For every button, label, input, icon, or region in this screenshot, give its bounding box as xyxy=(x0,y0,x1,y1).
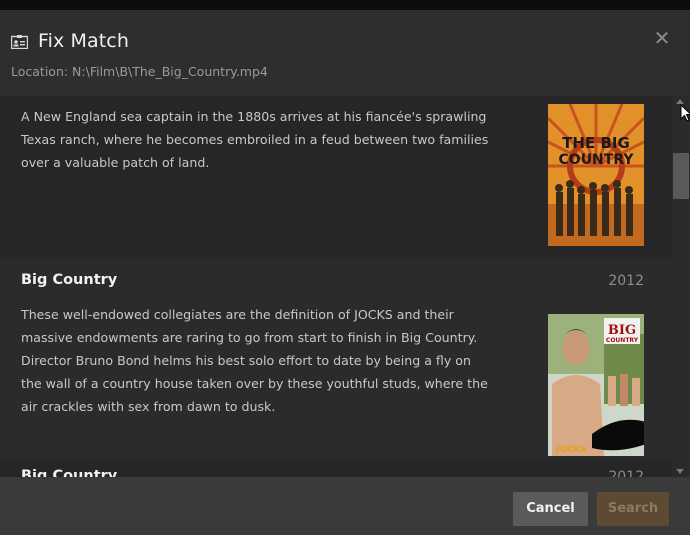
result-poster: THE BIG COUNTRY xyxy=(548,104,644,246)
result-poster: BIG COUNTRY JOCKS xyxy=(548,314,644,456)
result-item[interactable]: A New England sea captain in the 1880s a… xyxy=(0,96,672,259)
result-title: Big Country xyxy=(21,468,118,477)
search-button[interactable]: Search xyxy=(597,492,669,526)
file-location: Location: N:\Film\B\The_Big_Country.mp4 xyxy=(11,64,268,79)
result-description: These well-endowed collegiates are the d… xyxy=(21,307,488,414)
poster-line-1: THE BIG xyxy=(562,134,630,152)
result-year: 2012 xyxy=(608,273,644,289)
poster-line-2: COUNTRY xyxy=(606,337,639,344)
cancel-button[interactable]: Cancel xyxy=(513,492,588,526)
result-title: Big Country xyxy=(21,272,118,288)
dialog-title: Fix Match xyxy=(38,30,129,52)
results-list: A New England sea captain in the 1880s a… xyxy=(0,96,672,477)
window-top-strip xyxy=(0,0,690,10)
close-icon[interactable]: ✕ xyxy=(652,28,672,48)
results-scrollbar[interactable] xyxy=(672,96,690,477)
poster-line-1: BIG xyxy=(608,323,636,338)
poster-line-2: COUNTRY xyxy=(559,152,635,168)
scroll-thumb[interactable] xyxy=(673,153,689,199)
scroll-down-arrow-icon[interactable] xyxy=(676,469,684,474)
result-year: 2012 xyxy=(608,469,644,477)
id-card-icon xyxy=(11,35,28,49)
svg-text:JOCKS: JOCKS xyxy=(555,445,587,455)
fix-match-dialog: Fix Match Location: N:\Film\B\The_Big_Co… xyxy=(0,10,690,535)
mouse-pointer-icon xyxy=(680,104,690,122)
dialog-footer: Cancel Search xyxy=(0,477,690,535)
dialog-header: Fix Match Location: N:\Film\B\The_Big_Co… xyxy=(0,10,690,96)
result-item[interactable]: Big Country 2012 These well-endowed coll… xyxy=(0,259,672,459)
result-item[interactable]: Big Country 2012 xyxy=(0,459,672,477)
result-description: A New England sea captain in the 1880s a… xyxy=(21,109,489,170)
